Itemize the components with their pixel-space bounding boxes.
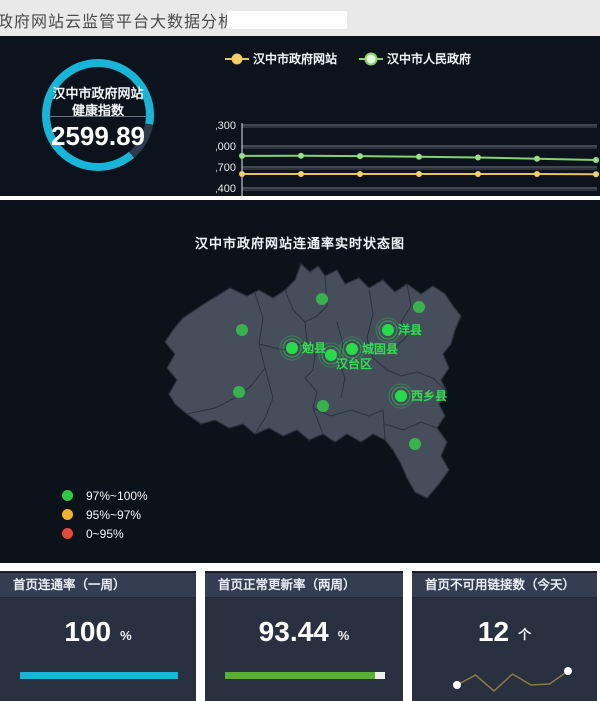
homepage-update-rate-panel: 首页正常更新率（两周） 93.44 % (205, 571, 403, 701)
y-axis-tick-label: 3,300 (216, 120, 236, 132)
value-row: 100 % (0, 618, 196, 646)
data-point[interactable] (416, 171, 422, 177)
map-legend-row-red: 0~95% (62, 524, 148, 543)
map-marker-label: 西乡县 (411, 388, 447, 403)
sparkline-start-dot (453, 681, 461, 689)
data-point[interactable] (593, 171, 599, 177)
panel-body: 93.44 % (205, 598, 403, 701)
red-status-dot (62, 528, 73, 539)
data-point[interactable] (357, 153, 363, 159)
y-axis-tick-label: 2,700 (216, 162, 236, 174)
connectivity-map-panel: 汉中市政府网站连通率实时状态图 勉县汉台区城固县洋县西乡县 97%~100% 9… (0, 200, 600, 563)
homepage-connectivity-panel: 首页连通率（一周） 100 % (0, 571, 196, 701)
data-point[interactable] (475, 171, 481, 177)
map-legend-label: 0~95% (86, 527, 124, 541)
map-legend: 97%~100% 95%~97% 0~95% (62, 486, 148, 543)
data-point[interactable] (593, 157, 599, 163)
dashboard-screen: 政府网站云监管平台大数据分析 汉中市政府网站 健康指数 2599.89 汉中市政… (0, 0, 600, 701)
map-marker[interactable] (236, 324, 248, 336)
update-rate-unit: % (338, 628, 350, 646)
map-marker-城固县[interactable] (346, 343, 358, 355)
green-status-dot (62, 490, 73, 501)
connectivity-unit: % (120, 628, 132, 646)
map-title: 汉中市政府网站连通率实时状态图 (0, 233, 600, 252)
map-marker[interactable] (317, 400, 329, 412)
gauge-value: 2599.89 (42, 121, 154, 152)
value-row: 12 个 (412, 618, 597, 646)
map-marker-洋县[interactable] (382, 324, 394, 336)
map-legend-row-green: 97%~100% (62, 486, 148, 505)
data-point[interactable] (298, 153, 304, 159)
yellow-status-dot (62, 509, 73, 520)
sparkline-path (457, 671, 568, 691)
data-point[interactable] (239, 153, 245, 159)
data-point[interactable] (416, 154, 422, 160)
data-point[interactable] (534, 156, 540, 162)
map-marker-label: 洋县 (398, 322, 422, 337)
panel-body: 12 个 (412, 598, 597, 701)
map-marker-西乡县[interactable] (395, 390, 407, 402)
legend-marker-yellow (225, 58, 249, 60)
y-axis-tick-label: 2,400 (216, 183, 236, 195)
y-axis-tick-label: 3,000 (216, 141, 236, 153)
progress-fill-green (225, 672, 375, 679)
progress-track (20, 672, 178, 679)
legend-item-site2[interactable]: 汉中市人民政府 (359, 50, 471, 67)
update-rate-value: 93.44 (259, 618, 329, 646)
header-input[interactable] (227, 11, 347, 29)
legend-item-site1[interactable]: 汉中市政府网站 (225, 50, 337, 67)
panel-title: 首页正常更新率（两周） (205, 573, 403, 598)
panel-title: 首页不可用链接数（今天） (412, 573, 597, 598)
map-marker[interactable] (413, 301, 425, 313)
data-point[interactable] (239, 171, 245, 177)
hanzhong-map: 勉县汉台区城固县洋县西乡县 (155, 258, 475, 508)
map-legend-label: 95%~97% (86, 508, 141, 522)
data-point[interactable] (298, 171, 304, 177)
trend-chart-legend: 汉中市政府网站 汉中市人民政府 (225, 50, 471, 67)
unavailable-links-sparkline (442, 658, 582, 701)
unavailable-links-panel: 首页不可用链接数（今天） 12 个 (412, 571, 597, 701)
health-index-gauge: 汉中市政府网站 健康指数 2599.89 (42, 59, 154, 171)
panel-body: 100 % (0, 598, 196, 701)
map-marker[interactable] (233, 386, 245, 398)
legend-label-site2: 汉中市人民政府 (387, 50, 471, 67)
map-marker[interactable] (409, 438, 421, 450)
map-legend-label: 97%~100% (86, 489, 148, 503)
panel-title: 首页连通率（一周） (0, 573, 196, 598)
map-marker[interactable] (316, 293, 328, 305)
legend-marker-green (359, 58, 383, 60)
unavailable-links-unit: 个 (518, 624, 531, 646)
map-marker-勉县[interactable] (286, 342, 298, 354)
data-point[interactable] (534, 171, 540, 177)
connectivity-value: 100 (64, 618, 111, 646)
legend-label-site1: 汉中市政府网站 (253, 50, 337, 67)
unavailable-links-value: 12 (478, 618, 509, 646)
value-row: 93.44 % (205, 618, 403, 646)
data-point[interactable] (475, 155, 481, 161)
health-index-panel: 汉中市政府网站 健康指数 2599.89 汉中市政府网站 汉中市人民政府 3,3… (0, 36, 600, 196)
map-legend-row-yellow: 95%~97% (62, 505, 148, 524)
progress-track (225, 672, 385, 679)
sparkline-end-dot (564, 667, 572, 675)
map-marker-label: 城固县 (362, 341, 398, 356)
data-point[interactable] (357, 171, 363, 177)
page-header: 政府网站云监管平台大数据分析 (0, 0, 600, 36)
map-region-outline (165, 264, 461, 498)
progress-fill-cyan (20, 672, 178, 679)
page-title: 政府网站云监管平台大数据分析 (0, 8, 235, 32)
gauge-divider (49, 116, 147, 117)
